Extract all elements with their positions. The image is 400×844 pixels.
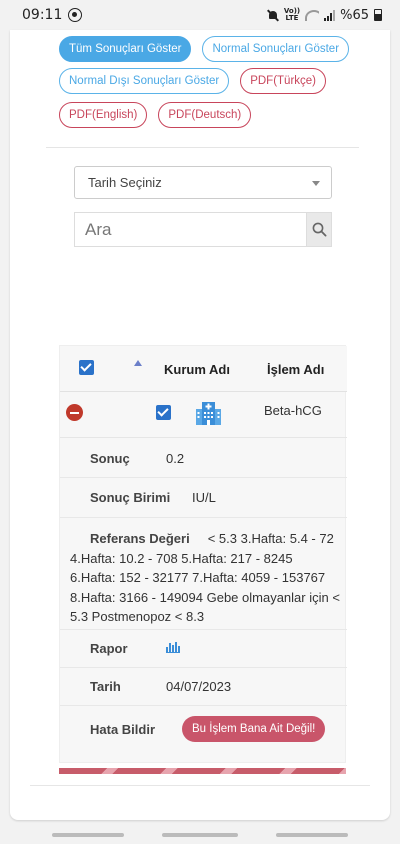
report-label: Rapor	[90, 641, 128, 656]
date-label: Tarih	[90, 679, 121, 694]
not-mine-button[interactable]: Bu İşlem Bana Ait Değil!	[182, 716, 326, 742]
procedure-cell: Beta-hCG	[264, 403, 322, 418]
system-nav-bar	[0, 824, 400, 844]
card-footer-line	[30, 785, 370, 786]
search-button[interactable]	[306, 213, 331, 246]
row-checkbox[interactable]	[156, 405, 171, 420]
result-value: 0.2	[166, 451, 185, 466]
signal-icon	[324, 9, 336, 21]
nav-back-button[interactable]	[276, 833, 348, 837]
status-time: 09:11	[22, 7, 63, 23]
date-value: 04/07/2023	[166, 679, 232, 694]
table-scroll-stripe	[59, 768, 346, 774]
filter-row-2: Normal Dışı Sonuçları Göster PDF(Türkçe)	[59, 68, 326, 94]
report-error-label: Hata Bildir	[90, 722, 156, 737]
column-institution[interactable]: Kurum Adı	[164, 362, 230, 377]
detail-report-error: Hata Bildir Bu İşlem Bana Ait Değil!	[60, 706, 347, 750]
sort-up-icon[interactable]	[134, 360, 142, 366]
search-input[interactable]	[75, 213, 306, 246]
hospital-icon	[196, 402, 221, 425]
detail-report: Rapor	[60, 630, 347, 668]
table-header: Kurum Adı İşlem Adı	[60, 346, 347, 392]
abnormal-results-button[interactable]: Normal Dışı Sonuçları Göster	[59, 68, 230, 94]
search-box	[74, 212, 332, 247]
unit-label: Sonuç Birimi	[90, 490, 171, 505]
results-table: Kurum Adı İşlem Adı Beta-hCG Sonuç 0.2 S…	[59, 345, 347, 763]
search-icon	[312, 222, 327, 237]
battery-icon	[374, 9, 382, 21]
filter-row-3: PDF(English) PDF(Deutsch)	[59, 102, 252, 128]
whatsapp-icon	[68, 8, 83, 22]
battery-percent: %65	[340, 7, 369, 23]
detail-date: Tarih 04/07/2023	[60, 668, 347, 706]
collapse-row-icon[interactable]	[66, 404, 83, 421]
chart-icon[interactable]	[166, 642, 180, 653]
date-select-value: Tarih Seçiniz	[88, 175, 162, 190]
detail-reference: Referans Değeri < 5.3 3.Hafta: 5.4 - 72 4…	[60, 518, 347, 630]
section-divider	[46, 147, 359, 148]
reference-text: Referans Değeri < 5.3 3.Hafta: 5.4 - 72 4…	[70, 529, 340, 627]
result-label: Sonuç	[90, 451, 130, 466]
unit-value: IU/L	[192, 490, 216, 505]
pdf-german-button[interactable]: PDF(Deutsch)	[158, 102, 252, 128]
filter-row-1: Tüm Sonuçları Göster Normal Sonuçları Gö…	[59, 36, 350, 62]
detail-result: Sonuç 0.2	[60, 438, 347, 478]
mute-icon	[267, 9, 279, 21]
nav-recent-button[interactable]	[52, 833, 124, 837]
status-bar: 09:11 Vo)) LTE %65	[0, 0, 400, 30]
date-select[interactable]: Tarih Seçiniz	[74, 166, 332, 199]
chevron-down-icon	[312, 181, 320, 186]
pdf-english-button[interactable]: PDF(English)	[59, 102, 148, 128]
detail-unit: Sonuç Birimi IU/L	[60, 478, 347, 518]
normal-results-button[interactable]: Normal Sonuçları Göster	[202, 36, 350, 62]
volte-icon: Vo)) LTE	[283, 7, 301, 22]
all-results-button[interactable]: Tüm Sonuçları Göster	[59, 36, 192, 62]
wifi-icon	[305, 9, 320, 21]
nav-home-button[interactable]	[162, 833, 238, 837]
column-procedure[interactable]: İşlem Adı	[267, 362, 324, 377]
table-row[interactable]: Beta-hCG	[60, 392, 347, 438]
reference-label: Referans Değeri	[90, 531, 190, 546]
pdf-turkish-button[interactable]: PDF(Türkçe)	[240, 68, 326, 94]
select-all-checkbox[interactable]	[79, 360, 94, 375]
